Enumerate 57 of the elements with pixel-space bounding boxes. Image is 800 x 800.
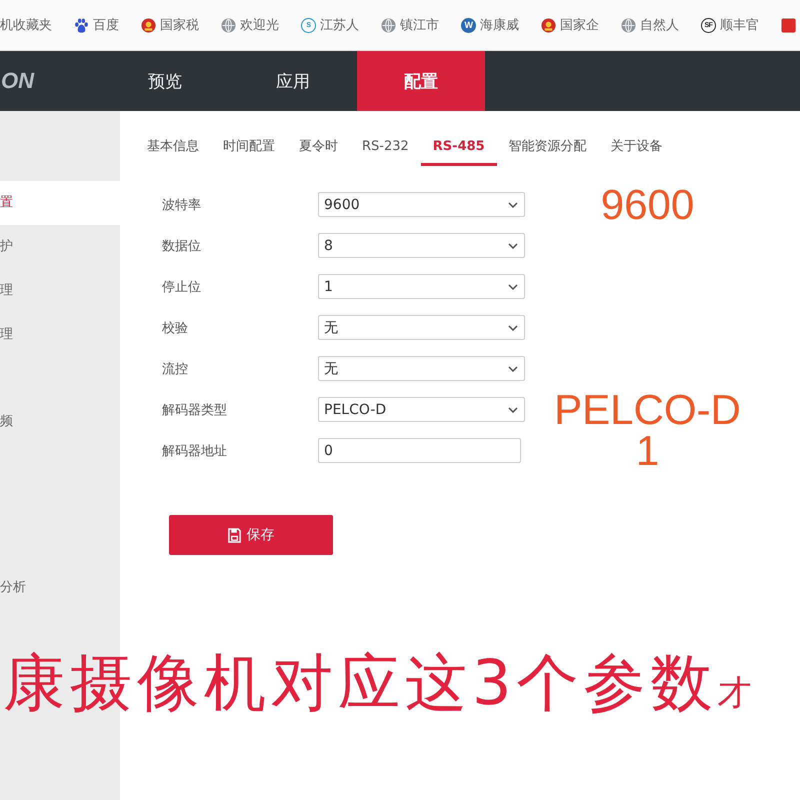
save-icon [228, 528, 240, 542]
sidebar-item[interactable]: 频 [0, 400, 120, 444]
text-input[interactable]: 0 [318, 438, 521, 463]
annotation-text: 9600 [600, 180, 694, 228]
nav-tab[interactable]: 配置 [357, 51, 485, 111]
nav-tab[interactable]: 预览 [101, 51, 229, 111]
dropdown[interactable]: 1 [318, 274, 525, 299]
logo-badge: W [461, 18, 476, 32]
caret-icon [508, 406, 518, 412]
tab[interactable]: 夏令时 [287, 130, 350, 166]
field-label: 波特率 [162, 196, 202, 214]
tab[interactable]: RS-232 [350, 130, 421, 166]
tab[interactable]: 时间配置 [211, 130, 287, 166]
field-label: 解码器类型 [162, 402, 228, 418]
dropdown[interactable]: 无 [318, 356, 525, 381]
paw-icon [74, 18, 89, 32]
nav-tab[interactable]: 应用 [229, 51, 357, 111]
bookmark-link[interactable]: 欢迎光 [221, 16, 279, 34]
sidebar-item[interactable]: 置 [0, 181, 120, 225]
tab[interactable]: 智能资源分配 [496, 130, 599, 166]
tab[interactable]: 基本信息 [135, 130, 211, 166]
bookmark-link[interactable]: W 海康威 [461, 16, 519, 34]
field-label: 流控 [162, 360, 189, 378]
sidebar-item[interactable]: 护 [0, 225, 120, 269]
bookmark-link[interactable]: 百度 [74, 16, 119, 34]
caret-icon [508, 284, 518, 290]
globe-icon [221, 18, 236, 32]
bookmark-link[interactable]: 自然人 [621, 16, 679, 34]
save-button[interactable]: 保存 [169, 515, 333, 555]
emblem-icon [541, 18, 556, 32]
brand-logo: ON [0, 68, 34, 94]
caption-text: 康摄像机对应这3个参数 才 [3, 645, 752, 721]
dropdown[interactable]: 8 [318, 233, 525, 258]
tab[interactable]: 关于设备 [598, 130, 675, 166]
sidebar-item[interactable]: 理 [0, 313, 120, 357]
bookmark-link[interactable]: 国家企 [541, 16, 599, 34]
caret-icon [508, 242, 518, 248]
caret-icon [508, 202, 518, 208]
caret-icon [508, 324, 518, 330]
emblem-icon [141, 18, 156, 32]
dropdown[interactable]: PELCO-D [318, 397, 525, 422]
field-label: 解码器地址 [162, 442, 228, 460]
dropdown[interactable]: 无 [318, 315, 525, 340]
field-label: 数据位 [162, 238, 202, 254]
tab[interactable]: RS-485 [420, 130, 497, 166]
caret-icon [508, 366, 518, 372]
bookmark-link[interactable]: 镇江市 [381, 16, 439, 34]
globe-icon [621, 18, 636, 32]
globe-icon [381, 18, 396, 32]
sidebar-item[interactable]: 理 [0, 269, 120, 313]
dropdown[interactable]: 9600 [318, 192, 525, 217]
field-label: 校验 [162, 320, 189, 336]
bookmark-link[interactable]: 机收藏夹 [0, 16, 52, 34]
tile-icon[interactable] [781, 18, 796, 32]
sidebar-item[interactable]: 分析 [0, 566, 120, 610]
bookmark-link[interactable]: 国家税 [141, 16, 199, 34]
field-label: 停止位 [162, 278, 202, 296]
